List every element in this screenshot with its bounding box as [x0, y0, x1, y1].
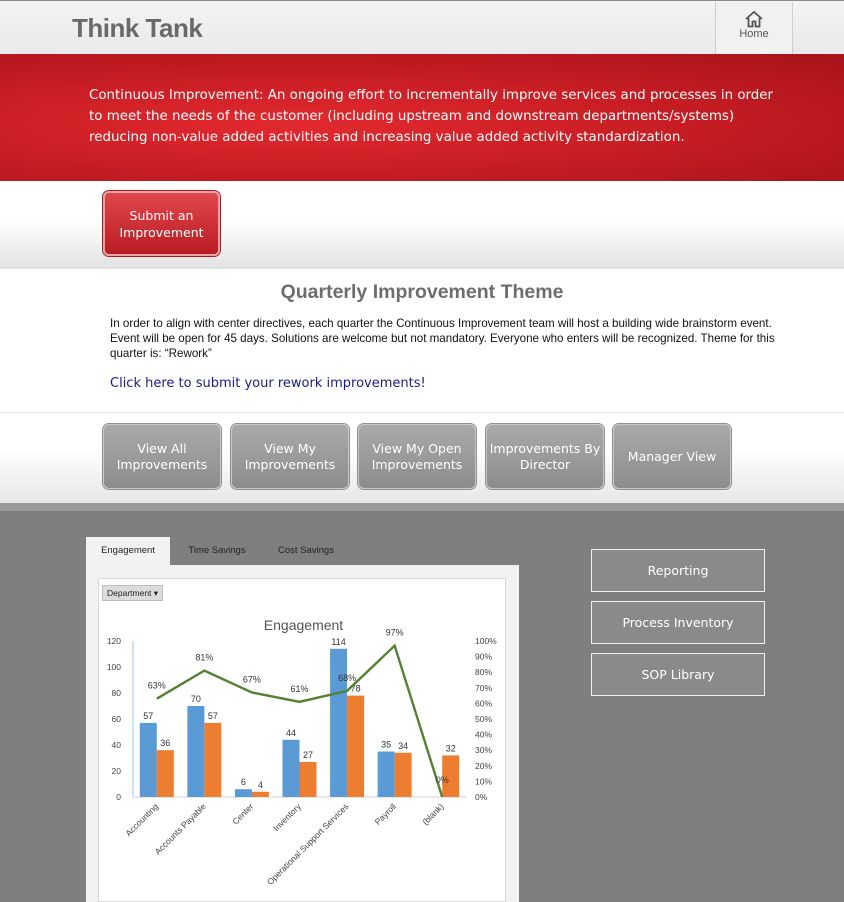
y-tick-label: 120 [107, 636, 121, 646]
line-data-label: 0% [436, 775, 449, 785]
y2-tick-label: 100% [475, 636, 497, 646]
y-tick-label: 0 [116, 792, 121, 802]
bar-data-label: 36 [160, 738, 170, 748]
bar [394, 752, 412, 797]
bar [187, 706, 205, 797]
bar [251, 791, 269, 797]
x-tick-label: (blank) [420, 801, 446, 827]
bar-data-label: 4 [258, 780, 263, 790]
line-data-label: 68% [338, 673, 356, 683]
y-tick-label: 40 [112, 740, 122, 750]
y-tick-label: 80 [112, 688, 122, 698]
y-tick-label: 60 [112, 714, 122, 724]
y2-tick-label: 10% [475, 776, 492, 786]
bar-data-label: 27 [303, 750, 313, 760]
bar [204, 722, 222, 797]
line-data-label: 61% [290, 684, 308, 694]
y2-tick-label: 70% [475, 683, 492, 693]
bar [377, 751, 395, 797]
line-data-label: 67% [243, 674, 261, 684]
bar-data-label: 32 [446, 743, 456, 753]
bar [347, 695, 365, 797]
x-tick-label: Center [230, 801, 255, 826]
bar [299, 761, 317, 797]
line-data-label: 97% [386, 628, 404, 638]
y-tick-label: 100 [107, 662, 121, 672]
bar-data-label: 57 [143, 711, 153, 721]
bar-data-label: 34 [398, 741, 408, 751]
bar-data-label: 114 [331, 637, 345, 647]
y2-tick-label: 80% [475, 667, 492, 677]
y2-tick-label: 40% [475, 730, 492, 740]
engagement-chart: Engagement0204060801001200%10%20%30%40%5… [107, 617, 497, 887]
bar-data-label: 44 [286, 728, 296, 738]
y2-tick-label: 90% [475, 652, 492, 662]
line-data-label: 81% [195, 653, 213, 663]
y2-tick-label: 20% [475, 761, 492, 771]
bar-data-label: 57 [208, 711, 218, 721]
bar [234, 789, 252, 797]
chart-title: Engagement [264, 617, 344, 633]
bar [139, 722, 157, 797]
bar-data-label: 35 [381, 740, 391, 750]
x-tick-label: Payroll [373, 801, 399, 827]
x-tick-label: Operational Support Services [265, 801, 351, 887]
bar-data-label: 70 [191, 694, 201, 704]
y2-tick-label: 50% [475, 714, 492, 724]
bar [156, 750, 174, 797]
y2-tick-label: 0% [475, 792, 488, 802]
y2-tick-label: 30% [475, 745, 492, 755]
x-tick-label: Accounts Payable [153, 801, 208, 856]
x-tick-label: Inventory [271, 801, 303, 833]
bar [282, 739, 300, 797]
process-inventory-button[interactable]: Process Inventory [591, 601, 765, 644]
y-tick-label: 20 [112, 766, 122, 776]
reporting-button[interactable]: Reporting [591, 549, 765, 592]
sop-library-button[interactable]: SOP Library [591, 653, 765, 696]
bar [330, 648, 348, 797]
x-tick-label: Accounting [123, 801, 160, 838]
y2-tick-label: 60% [475, 698, 492, 708]
line-data-label: 63% [148, 681, 166, 691]
bar-data-label: 6 [241, 777, 246, 787]
